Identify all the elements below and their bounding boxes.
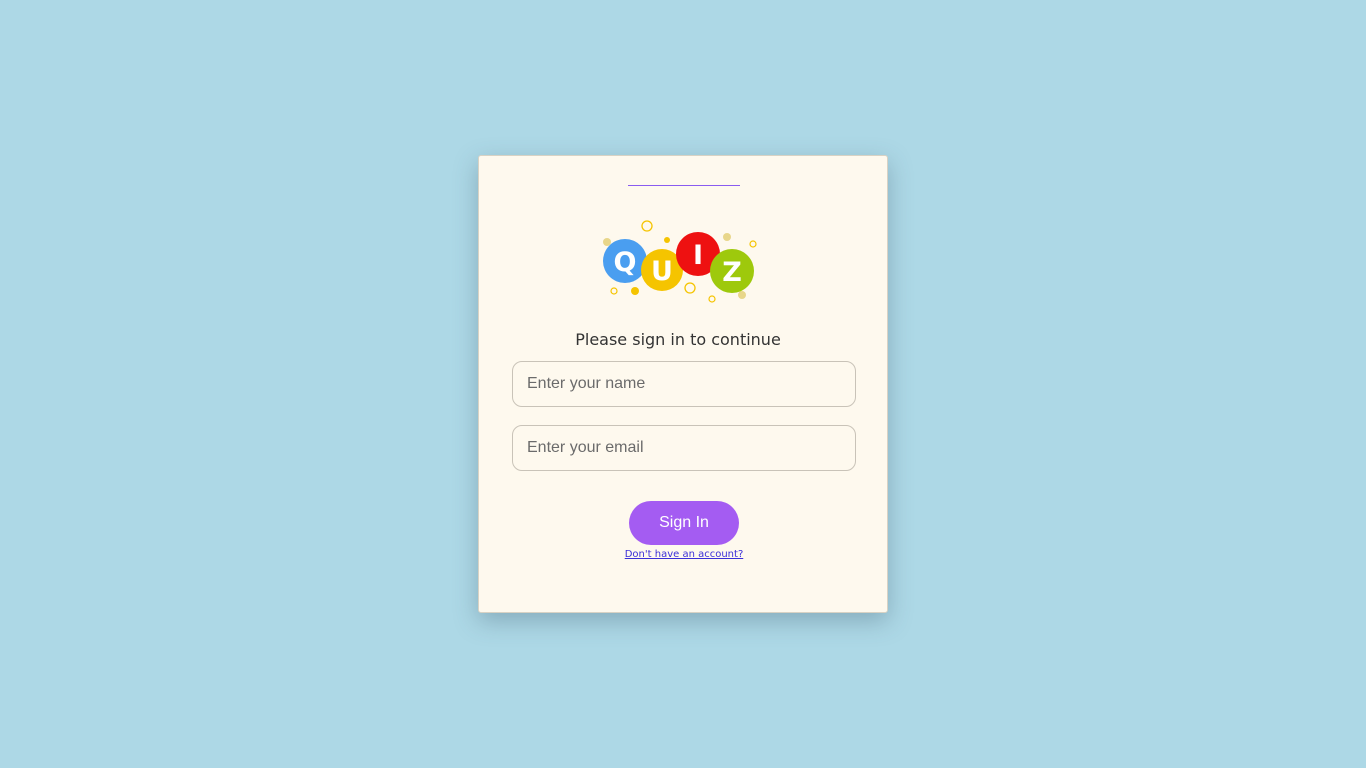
signin-card: Q U I Z Please sign in to continue Sign … [478, 155, 888, 613]
name-input[interactable] [512, 361, 856, 407]
logo-dot [603, 238, 611, 246]
signin-subtitle: Please sign in to continue [575, 330, 781, 349]
logo-dot [723, 233, 731, 241]
logo-letter-q: Q [614, 247, 637, 278]
logo-dot [610, 287, 618, 295]
quiz-logo: Q U I Z [603, 220, 757, 303]
sign-in-button[interactable]: Sign In [629, 501, 739, 545]
top-divider [628, 185, 740, 186]
signup-link[interactable]: Don't have an account? [625, 549, 744, 560]
email-input[interactable] [512, 425, 856, 471]
logo-letter-u: U [651, 256, 673, 287]
logo-dot [708, 295, 716, 303]
signup-link-wrapper: Don't have an account? [479, 549, 889, 560]
logo-dot [631, 287, 639, 295]
logo-letter-z: Z [722, 257, 742, 288]
logo-dot [738, 291, 746, 299]
logo-dot [684, 282, 696, 294]
logo-dot [664, 237, 670, 243]
logo-letter-i: I [693, 240, 703, 271]
logo-dot [641, 220, 653, 232]
logo-dot [749, 240, 757, 248]
